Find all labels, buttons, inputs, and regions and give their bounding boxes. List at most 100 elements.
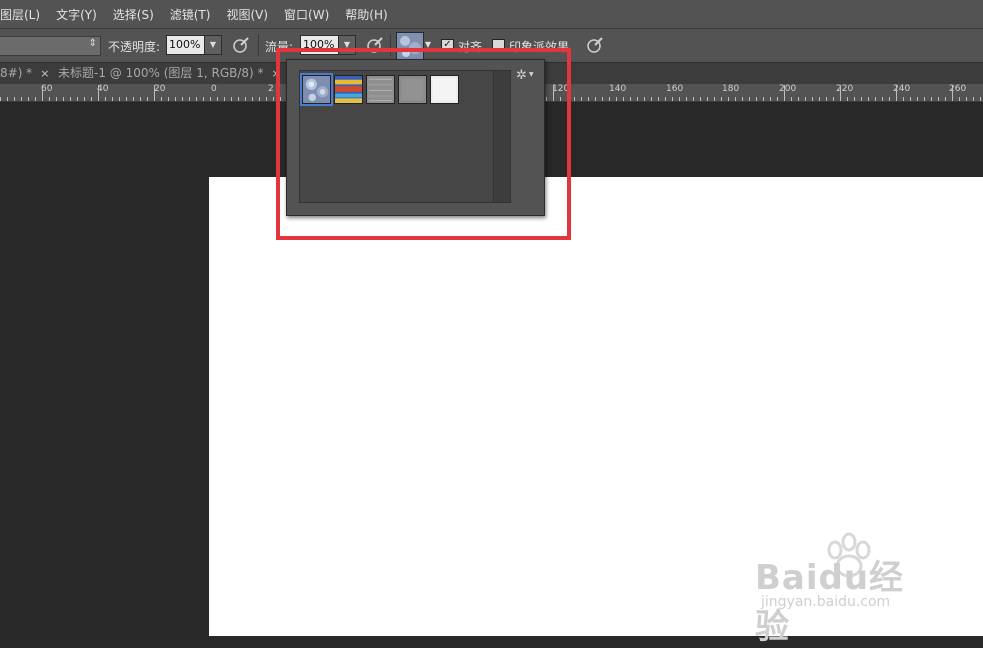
ruler-tick (0, 97, 1, 101)
ruler-tick (56, 97, 57, 101)
ruler-tick (7, 97, 8, 101)
ruler-tick (882, 97, 883, 101)
ruler-tick (679, 97, 680, 101)
tab-label: 8#) * (0, 66, 33, 80)
ruler-tick (770, 97, 771, 101)
ruler-tick (777, 97, 778, 101)
ruler-tick (84, 97, 85, 101)
ruler-tick (63, 97, 64, 101)
ruler-tick (574, 97, 575, 101)
ruler-tick (175, 97, 176, 101)
tab-label: 未标题-1 @ 100% (图层 1, RGB/8) * (58, 66, 264, 80)
ruler-tick (749, 97, 750, 101)
ruler-tick (826, 97, 827, 101)
ruler-tick (609, 97, 610, 101)
ruler-tick (693, 97, 694, 101)
ruler-tick (791, 97, 792, 101)
ruler-tick (105, 97, 106, 101)
ruler-tick (623, 97, 624, 101)
ruler-tick (721, 97, 722, 101)
ruler-tick (945, 97, 946, 101)
ruler-tick (203, 97, 204, 101)
ruler-tick (273, 97, 274, 101)
ruler-tick (952, 85, 953, 101)
ruler-tick (602, 97, 603, 101)
menu-layer[interactable]: 图层(L) (0, 6, 48, 23)
menu-select[interactable]: 选择(S) (105, 6, 162, 23)
ruler-tick (224, 97, 225, 101)
pressure-size-icon[interactable] (586, 36, 604, 54)
ruler-tick (854, 97, 855, 101)
ruler-tick (245, 97, 246, 101)
ruler-tick (182, 97, 183, 101)
ruler-tick (238, 97, 239, 101)
ruler-tick (210, 97, 211, 101)
opacity-label: 不透明度: (108, 40, 161, 54)
ruler-tick (651, 97, 652, 101)
ruler-tick (21, 97, 22, 101)
ruler-tick (189, 97, 190, 101)
ruler-tick (28, 97, 29, 101)
ruler-tick (707, 97, 708, 101)
ruler-tick (924, 97, 925, 101)
ruler-tick (259, 97, 260, 101)
ruler-tick (896, 85, 897, 101)
ruler-label: 160 (666, 84, 684, 94)
ruler-tick (819, 97, 820, 101)
ruler-tick (700, 97, 701, 101)
ruler-tick (763, 97, 764, 101)
highlight-box (276, 48, 571, 240)
ruler-tick (665, 97, 666, 101)
ruler-tick (728, 97, 729, 101)
ruler-tick (91, 97, 92, 101)
ruler-tick (98, 85, 99, 101)
ruler-tick (805, 97, 806, 101)
ruler-tick (889, 97, 890, 101)
ruler-tick (903, 97, 904, 101)
ruler-tick (917, 97, 918, 101)
ruler-tick (812, 97, 813, 101)
baidu-jingyan-watermark: Baidu经验 jingyan.baidu.com (755, 528, 930, 647)
ruler-label: 220 (836, 84, 854, 94)
ruler-tick (630, 97, 631, 101)
menu-view[interactable]: 视图(V) (218, 6, 276, 23)
separator (258, 34, 259, 56)
ruler-tick (798, 97, 799, 101)
opacity-input[interactable]: 100% (166, 35, 206, 55)
ruler-tick (581, 97, 582, 101)
document-tab[interactable]: 8#) * × (0, 63, 49, 84)
ruler-tick (847, 97, 848, 101)
document-tab-active[interactable]: 未标题-1 @ 100% (图层 1, RGB/8) * × (58, 63, 281, 84)
ruler-tick (672, 97, 673, 101)
menu-bar: 图层(L) 文字(Y) 选择(S) 滤镜(T) 视图(V) 窗口(W) 帮助(H… (0, 0, 983, 29)
opacity-dropdown-button[interactable]: ▼ (204, 35, 222, 55)
ruler-tick (161, 97, 162, 101)
close-icon[interactable]: × (40, 67, 49, 80)
pressure-opacity-icon[interactable] (232, 36, 250, 54)
ruler-tick (14, 97, 15, 101)
ruler-tick (966, 97, 967, 101)
menu-help[interactable]: 帮助(H) (337, 6, 395, 23)
ruler-tick (833, 97, 834, 101)
menu-filter[interactable]: 滤镜(T) (162, 6, 219, 23)
ruler-tick (644, 97, 645, 101)
ruler-tick (910, 97, 911, 101)
ruler-label: 140 (609, 84, 627, 94)
ruler-tick (35, 97, 36, 101)
menu-type[interactable]: 文字(Y) (48, 6, 105, 23)
updown-arrow-icon: ⇕ (88, 38, 97, 49)
ruler-tick (973, 97, 974, 101)
ruler-tick (231, 97, 232, 101)
mode-select[interactable]: ⇕ (0, 36, 101, 56)
ruler-tick (77, 97, 78, 101)
watermark-url: jingyan.baidu.com (761, 594, 891, 610)
ruler-label: 20 (154, 84, 166, 94)
ruler-tick (735, 97, 736, 101)
ruler-tick (217, 97, 218, 101)
ruler-tick (616, 97, 617, 101)
ruler-tick (42, 85, 43, 101)
ruler-label: 2 (268, 84, 274, 94)
ruler-tick (840, 85, 841, 101)
ruler-tick (595, 97, 596, 101)
menu-window[interactable]: 窗口(W) (276, 6, 337, 23)
